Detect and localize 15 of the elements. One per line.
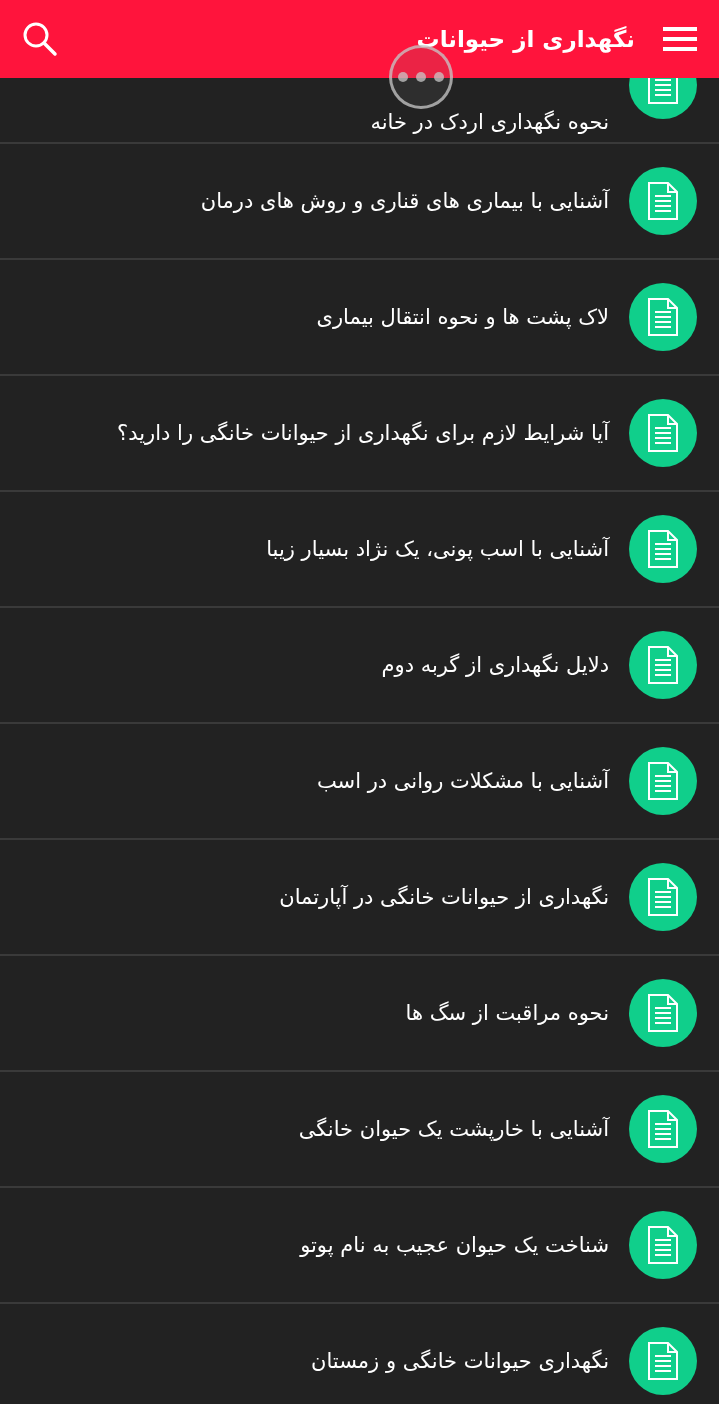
article-title: آشنایی با بیماری های قناری و روش های درمان [200, 189, 609, 213]
article-title: نگهداری حیوانات خانگی و زمستان [310, 1349, 609, 1373]
article-title: نحوه نگهداری اردک در خانه [370, 110, 609, 134]
article-title: شناخت یک حیوان عجیب به نام پوتو [300, 1233, 609, 1257]
search-icon[interactable] [22, 21, 58, 57]
article-title: آشنایی با اسب پونی، یک نژاد بسیار زیبا [266, 537, 609, 561]
article-title: دلایل نگهداری از گربه دوم [381, 653, 609, 677]
menu-icon[interactable] [663, 27, 697, 51]
article-title: لاک پشت ها و نحوه انتقال بیماری [316, 305, 609, 329]
article-title: آشنایی با مشکلات روانی در اسب [316, 769, 609, 793]
article-title: آشنایی با خارپشت یک حیوان خانگی [298, 1117, 609, 1141]
article-title: نگهداری از حیوانات خانگی در آپارتمان [279, 885, 609, 909]
app-title: نگهداری از حیوانات [416, 26, 635, 52]
article-title: آیا شرایط لازم برای نگهداری از حیوانات خانگی را دارید؟ [117, 421, 609, 445]
article-title: نحوه مراقبت از سگ ها [405, 1001, 609, 1025]
